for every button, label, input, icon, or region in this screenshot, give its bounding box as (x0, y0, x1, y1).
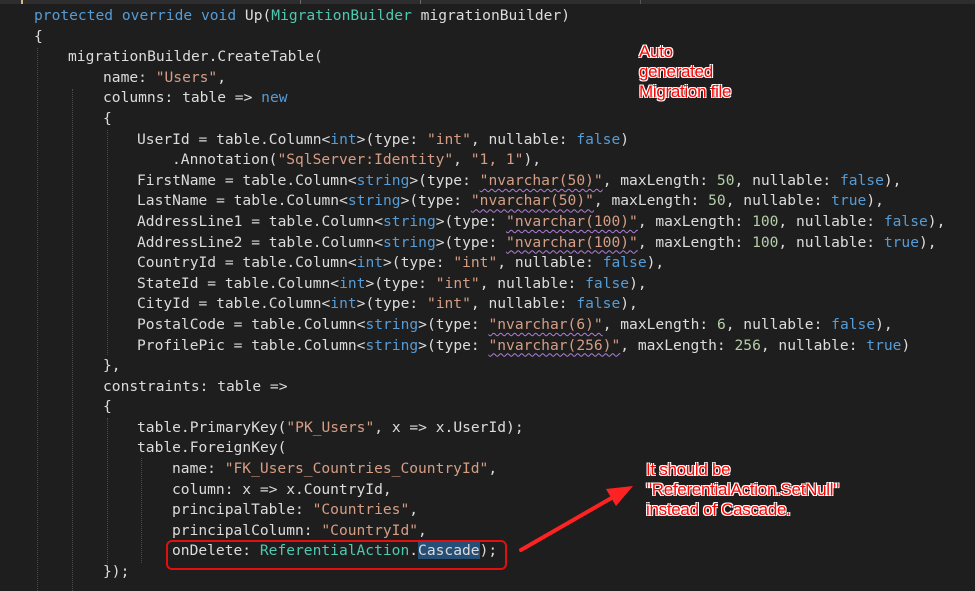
annotation-auto-generated: Auto generated Migration file (639, 42, 732, 101)
annotation-should-be: It should be "ReferentialAction.SetNull"… (646, 460, 839, 519)
code-editor[interactable]: protected override void Up(MigrationBuil… (0, 0, 975, 591)
